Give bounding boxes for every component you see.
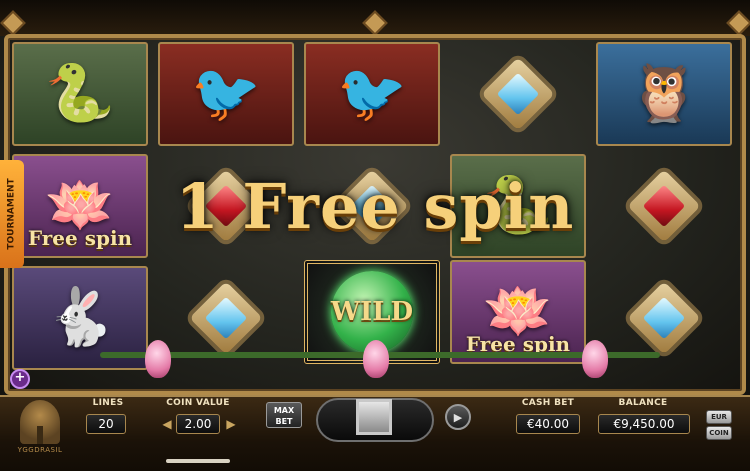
frame-ornament [726, 10, 750, 36]
owl-symbol: 🦉 [596, 42, 732, 146]
reel-1-row-2: 🪷 Free spin [10, 152, 150, 260]
phoenix-symbol: 🐦 [158, 42, 294, 146]
tree-icon [20, 400, 60, 444]
reel-2-row-1: 🐦 [156, 40, 296, 148]
reel-4-row-1 [448, 40, 588, 148]
lines-label: LINES [92, 398, 124, 408]
wild-label: WILD [330, 297, 414, 327]
phoenix-icon: 🐦 [337, 61, 407, 126]
reel-5-row-1: 🦉 [594, 40, 734, 148]
coin-value-label: COIN VALUE [166, 398, 230, 408]
heart-gem-icon [189, 169, 263, 243]
lotus-bud-icon [582, 340, 608, 378]
phoenix-symbol: 🐦 [304, 42, 440, 146]
coin-value-field: 2.00 [176, 414, 220, 434]
reel-3-row-2 [302, 152, 442, 260]
tournament-tab[interactable]: TOURNAMENT [0, 160, 24, 268]
snake-symbol: 🐍 [12, 42, 148, 146]
reel-2-row-2 [156, 152, 296, 260]
cash-bet-label: CASH BET [521, 398, 575, 408]
balance-value: €9,450.00 [598, 414, 690, 434]
owl-icon: 🦉 [629, 61, 699, 126]
lines-value: 20 [86, 414, 126, 434]
heart-gem-icon [627, 169, 701, 243]
eur-toggle-button[interactable]: EUR [706, 410, 732, 424]
yggdrasil-logo: YGGDRASIL [10, 400, 70, 466]
snake-icon: 🐍 [483, 173, 553, 238]
free-spin-caption: Free spin [27, 226, 133, 250]
coin-toggle-button[interactable]: COIN [706, 426, 732, 440]
frame-ornament [0, 10, 26, 36]
reel-5-row-2 [594, 152, 734, 260]
coin-decrease-button[interactable]: ◀ [158, 413, 176, 435]
reel-4-row-2: 🐍 [448, 152, 588, 260]
diamond-gem-icon [481, 57, 555, 131]
diamond-gem-icon [189, 281, 263, 355]
reel-4-row-3: 🪷 Free spin [448, 258, 588, 366]
lotus-free-spin-symbol: 🪷 Free spin [12, 154, 148, 258]
diamond-gem-icon [627, 281, 701, 355]
snake-symbol: 🐍 [450, 154, 586, 258]
max-bet-button[interactable]: MAX BET [266, 402, 302, 428]
coin-increase-button[interactable]: ▶ [222, 413, 240, 435]
logo-text: YGGDRASIL [17, 446, 63, 454]
diamond-gem-icon [335, 169, 409, 243]
play-icon: ▶ [453, 410, 463, 424]
snake-icon: 🐍 [45, 61, 115, 126]
phoenix-icon: 🐦 [191, 61, 261, 126]
lotus-free-spin-symbol: 🪷 Free spin [450, 260, 586, 364]
rabbit-icon: 🐇 [45, 285, 115, 350]
coin-value-slider[interactable] [166, 459, 230, 463]
reel-3-row-1: 🐦 [302, 40, 442, 148]
balance-label: BALANCE [618, 398, 668, 408]
reel-grid: 🐍 🪷 Free spin 🐇 🐦 🐦 WILD 🐍 🪷 Free spin 🦉 [10, 40, 740, 385]
game-stage: 🐍 🪷 Free spin 🐇 🐦 🐦 WILD 🐍 🪷 Free spin 🦉… [0, 0, 750, 395]
lotus-bud-icon [145, 340, 171, 378]
frame-ornament [362, 10, 388, 36]
plus-button[interactable]: + [10, 369, 30, 389]
reel-1-row-1: 🐍 [10, 40, 150, 148]
lotus-bud-icon [363, 340, 389, 378]
cash-bet-value: €40.00 [516, 414, 580, 434]
autoplay-button[interactable]: ▶ [445, 404, 471, 430]
tournament-label: TOURNAMENT [7, 178, 17, 250]
top-frame [0, 0, 750, 36]
spin-button[interactable] [356, 399, 392, 435]
